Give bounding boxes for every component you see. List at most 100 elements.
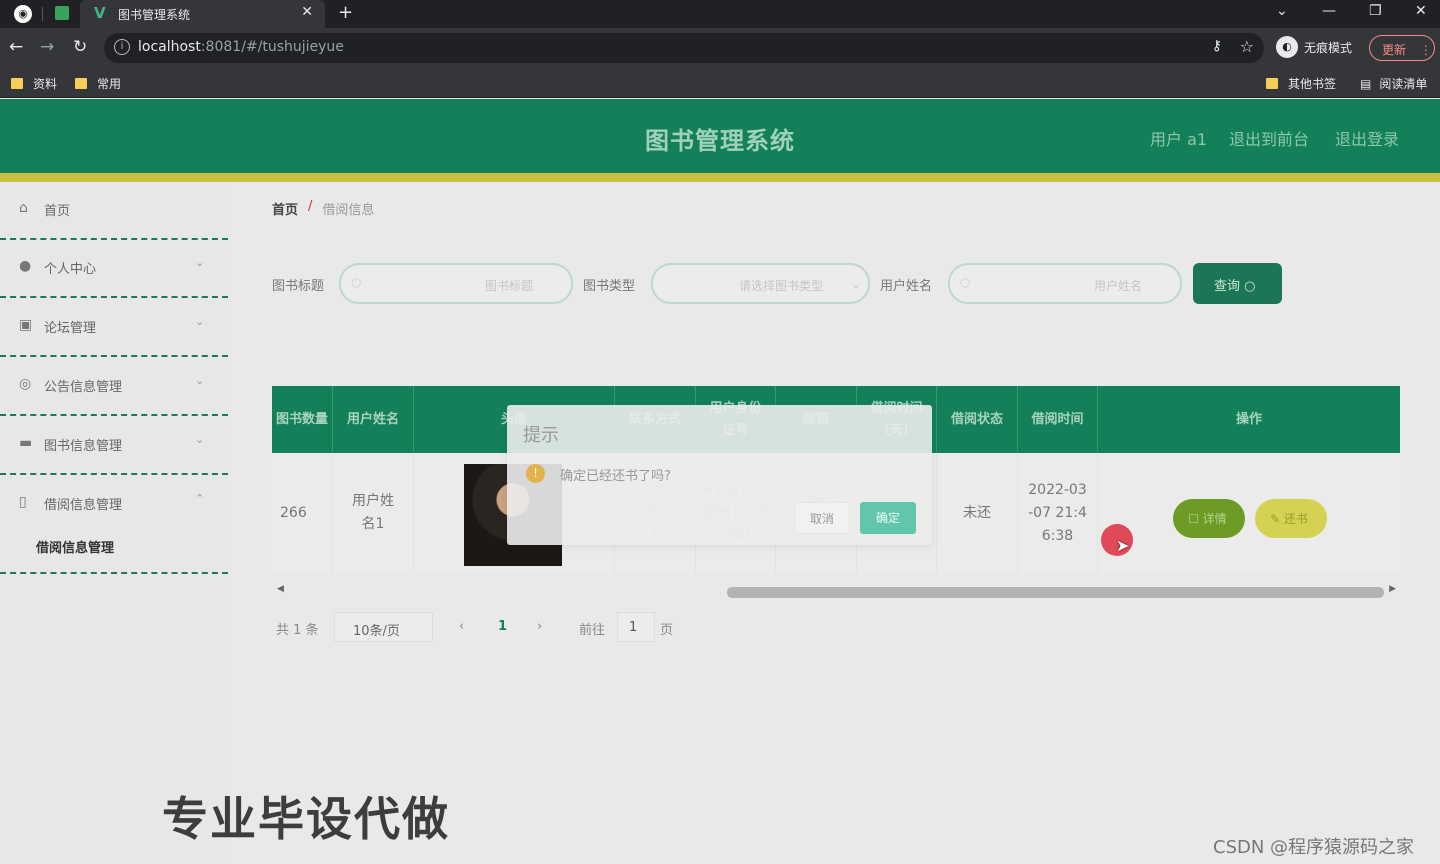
new-tab-icon[interactable]: + bbox=[338, 2, 353, 23]
home-icon: ⌂ bbox=[19, 200, 28, 216]
breadcrumb-home[interactable]: 首页 bbox=[272, 199, 298, 218]
site-info-icon[interactable]: i bbox=[114, 39, 130, 55]
tab-separator bbox=[42, 7, 43, 21]
cell-actions bbox=[1098, 453, 1400, 573]
reading-list[interactable]: ▤ 阅读清单 bbox=[1360, 75, 1427, 92]
vue-icon: V bbox=[94, 4, 106, 22]
warning-icon: ! bbox=[526, 464, 545, 483]
header-accent-stripe bbox=[0, 173, 1440, 182]
monitor-icon: ▬ bbox=[19, 435, 33, 451]
chevron-down-icon: ⌄ bbox=[195, 315, 205, 328]
sidebar-item-label: 借阅信息管理 bbox=[44, 498, 123, 513]
submenu-borrow-management[interactable]: 借阅信息管理 bbox=[36, 537, 114, 556]
chevron-down-icon: ⌄ bbox=[195, 374, 205, 387]
confirm-button[interactable]: 确定 bbox=[860, 502, 916, 534]
user-placeholder: 用户姓名 bbox=[1094, 279, 1143, 293]
app-header: 图书管理系统 用户 a1 退出到前台 退出登录 bbox=[0, 99, 1440, 173]
sidebar-item-label: 首页 bbox=[44, 204, 71, 219]
csdn-watermark: CSDN @程序猿源码之家 bbox=[1213, 837, 1415, 858]
tab-title: 图书管理系统 bbox=[118, 8, 191, 22]
search-icon: ○ bbox=[351, 275, 362, 289]
type-select[interactable]: 请选择图书类型 ⌄ bbox=[651, 263, 870, 304]
search-icon: ○ bbox=[960, 275, 971, 289]
next-page-icon[interactable]: › bbox=[537, 619, 542, 634]
pinned-tab-icon[interactable] bbox=[55, 6, 69, 20]
cell-borrow-time: 2022-03-07 21:46:38 bbox=[1018, 453, 1098, 573]
folder-icon bbox=[1266, 78, 1278, 89]
current-user: 用户 a1 bbox=[1150, 130, 1208, 149]
url-text[interactable]: localhost:8081/#/tushujieyue bbox=[138, 39, 344, 55]
title-placeholder: 图书标题 bbox=[485, 279, 534, 293]
incognito-icon: ◐ bbox=[1276, 36, 1298, 58]
chevron-down-icon: ⌄ bbox=[851, 277, 862, 291]
address-bar[interactable]: i localhost:8081/#/tushujieyue ⚷ ☆ bbox=[104, 33, 1264, 63]
scrollbar-thumb[interactable] bbox=[727, 587, 1384, 598]
bookmark-folder[interactable]: 常用 bbox=[75, 75, 121, 92]
compass-icon: ◎ bbox=[19, 376, 32, 392]
sidebar-item-notices[interactable]: ◎ 公告信息管理 ⌄ bbox=[0, 358, 228, 416]
folder-icon bbox=[75, 78, 87, 89]
bookmarks-bar: 资料 常用 其他书签 ▤ 阅读清单 bbox=[0, 68, 1440, 98]
title-search-input[interactable]: ○ 图书标题 bbox=[339, 263, 573, 304]
sidebar-item-borrow[interactable]: ▯ 借阅信息管理 ⌃ bbox=[0, 476, 228, 574]
table-scrollbar[interactable]: ◀ ▶ bbox=[272, 584, 1400, 598]
tab-list-icon[interactable]: ⌄ bbox=[1276, 3, 1288, 19]
cell-user-name: 用户姓名1 bbox=[333, 453, 414, 573]
chevron-up-icon: ⌃ bbox=[195, 492, 205, 505]
close-window-icon[interactable]: ✕ bbox=[1415, 3, 1427, 19]
back-icon[interactable]: ← bbox=[9, 37, 23, 57]
browser-app-icon[interactable]: ◉ bbox=[14, 5, 32, 23]
prev-page-icon[interactable]: ‹ bbox=[459, 619, 464, 634]
phone-icon: ▯ bbox=[19, 494, 27, 510]
browser-toolbar: ← → ↻ i localhost:8081/#/tushujieyue ⚷ ☆… bbox=[0, 28, 1440, 68]
sidebar-item-label: 图书信息管理 bbox=[44, 439, 123, 454]
sidebar-item-forum[interactable]: ▣ 论坛管理 ⌄ bbox=[0, 299, 228, 357]
password-key-icon[interactable]: ⚷ bbox=[1212, 38, 1222, 54]
col-header: 图书数量 bbox=[272, 386, 333, 453]
filter-type-label: 图书类型 bbox=[583, 279, 636, 294]
bookmark-star-icon[interactable]: ☆ bbox=[1240, 37, 1254, 56]
scroll-right-icon[interactable]: ▶ bbox=[1389, 584, 1396, 594]
goto-page-input[interactable]: 1 bbox=[617, 612, 655, 642]
edit-icon: ☐ bbox=[1188, 512, 1199, 526]
logout-link[interactable]: 退出登录 bbox=[1335, 126, 1399, 150]
detail-button[interactable]: ☐ 详情 bbox=[1173, 499, 1245, 538]
forward-icon[interactable]: → bbox=[40, 37, 54, 57]
menu-dots-icon: ⋮ bbox=[1419, 43, 1432, 57]
breadcrumb: 首页 / 借阅信息 bbox=[272, 199, 374, 218]
col-header: 用户姓名 bbox=[333, 386, 414, 453]
reading-list-icon: ▤ bbox=[1360, 76, 1372, 91]
col-header: 借阅时间 bbox=[1018, 386, 1098, 453]
pen-icon: ✎ bbox=[1270, 512, 1281, 526]
current-page[interactable]: 1 bbox=[498, 619, 507, 634]
dialog-message: 确定已经还书了吗? bbox=[560, 469, 671, 484]
cell-status: 未还 bbox=[937, 453, 1018, 573]
cell-count: 266 bbox=[272, 453, 333, 573]
cancel-button[interactable]: 取消 bbox=[794, 502, 850, 534]
clipboard-icon: ▣ bbox=[19, 317, 33, 333]
sidebar-item-label: 论坛管理 bbox=[44, 321, 97, 336]
scroll-left-icon[interactable]: ◀ bbox=[277, 584, 284, 594]
incognito-indicator[interactable]: ◐ 无痕模式 bbox=[1276, 36, 1352, 58]
restore-icon[interactable]: ❐ bbox=[1369, 3, 1382, 19]
minimize-icon[interactable]: — bbox=[1322, 3, 1336, 19]
user-search-input[interactable]: ○ 用户姓名 bbox=[948, 263, 1182, 304]
sidebar-item-books[interactable]: ▬ 图书信息管理 ⌄ bbox=[0, 417, 228, 475]
sidebar-item-profile[interactable]: ● 个人中心 ⌄ bbox=[0, 240, 228, 298]
update-button[interactable]: 更新 ⋮ bbox=[1369, 35, 1435, 61]
return-book-button[interactable]: ✎ 还书 bbox=[1255, 499, 1327, 538]
tab-close-icon[interactable]: ✕ bbox=[301, 4, 313, 20]
query-button[interactable]: 查询 ○ bbox=[1193, 263, 1282, 304]
page-size-select[interactable]: 10条/页 bbox=[334, 612, 433, 642]
sidebar-item-home[interactable]: ⌂ 首页 bbox=[0, 182, 228, 240]
back-to-front-link[interactable]: 退出到前台 bbox=[1229, 126, 1309, 150]
active-tab[interactable]: V 图书管理系统 ✕ bbox=[80, 0, 325, 28]
chevron-down-icon: ⌄ bbox=[195, 433, 205, 446]
app-title: 图书管理系统 bbox=[645, 127, 795, 155]
other-bookmarks[interactable]: 其他书签 bbox=[1266, 75, 1336, 92]
folder-icon bbox=[11, 78, 23, 89]
incognito-label: 无痕模式 bbox=[1304, 40, 1353, 55]
reload-icon[interactable]: ↻ bbox=[73, 37, 87, 57]
bookmark-folder[interactable]: 资料 bbox=[11, 75, 57, 92]
sidebar-item-label: 个人中心 bbox=[44, 262, 97, 277]
